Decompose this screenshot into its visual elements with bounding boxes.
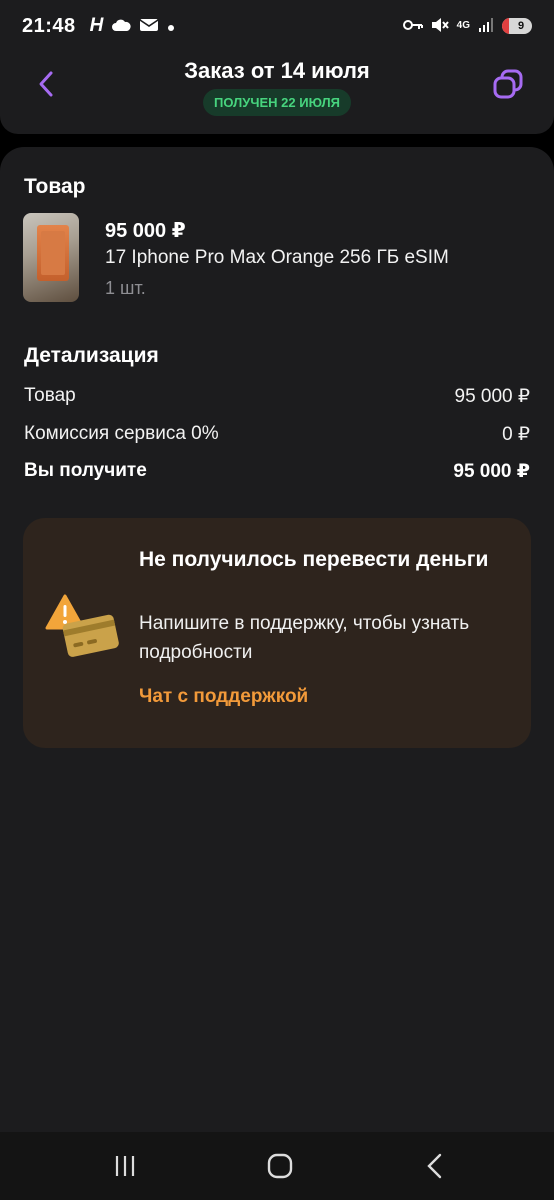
details-total-label: Вы получите	[24, 460, 147, 481]
recent-apps-button[interactable]	[105, 1150, 145, 1182]
product-name[interactable]: 17 Iphone Pro Max Orange 256 ГБ eSIM	[105, 247, 449, 269]
product-image[interactable]	[23, 213, 79, 302]
cloud-icon	[111, 16, 132, 37]
page-title: Заказ от 14 июля	[184, 58, 370, 83]
back-nav-icon	[427, 1153, 442, 1179]
mute-icon	[431, 17, 449, 36]
details-row-value: 0 ₽	[502, 424, 530, 445]
details-row-label: Комиссия сервиса 0%	[24, 423, 219, 444]
details-row-value: 95 000 ₽	[454, 386, 530, 407]
h-app-icon: H	[89, 15, 104, 36]
battery-level: 9	[517, 20, 525, 32]
alert-title: Не получилось перевести деньги	[139, 548, 489, 571]
alert-text: Напишите в поддержку, чтобы узнать подро…	[139, 613, 470, 663]
details-row: Товар 95 000 ₽	[24, 385, 530, 408]
status-time: 21:48	[22, 14, 76, 37]
transfer-failed-alert: Не получилось перевести деньги Напишите …	[23, 518, 531, 748]
recent-apps-icon	[115, 1156, 135, 1176]
home-icon	[267, 1153, 293, 1179]
product-price: 95 000 ₽	[105, 220, 186, 242]
order-card: Товар 95 000 ₽ 17 Iphone Pro Max Orange …	[0, 147, 554, 1132]
product-quantity: 1 шт.	[105, 278, 146, 298]
details-total-row: Вы получите 95 000 ₽	[24, 460, 530, 483]
system-nav-bar	[0, 1132, 554, 1200]
home-button[interactable]	[260, 1150, 300, 1182]
network-type: 4G	[456, 20, 470, 31]
status-bar: 21:48 H 4G 9	[0, 0, 554, 52]
product-section-title: Товар	[24, 175, 86, 198]
support-chat-link[interactable]: Чат с поддержкой	[139, 686, 308, 708]
mail-icon	[139, 16, 159, 37]
details-total-value: 95 000 ₽	[453, 461, 530, 482]
copy-button[interactable]	[492, 68, 524, 100]
details-section-title: Детализация	[24, 344, 159, 367]
battery-icon: 9	[502, 18, 532, 34]
signal-icon	[478, 17, 494, 36]
warning-card-icon	[45, 592, 145, 672]
dot-icon	[167, 16, 175, 37]
order-header: Заказ от 14 июля ПОЛУЧЕН 22 ИЮЛЯ	[0, 52, 554, 134]
copy-icon	[493, 69, 523, 99]
status-badge: ПОЛУЧЕН 22 ИЮЛЯ	[203, 89, 351, 116]
key-icon	[402, 18, 423, 34]
details-row: Комиссия сервиса 0% 0 ₽	[24, 423, 530, 446]
details-row-label: Товар	[24, 385, 76, 406]
nav-back-button[interactable]	[415, 1150, 455, 1182]
